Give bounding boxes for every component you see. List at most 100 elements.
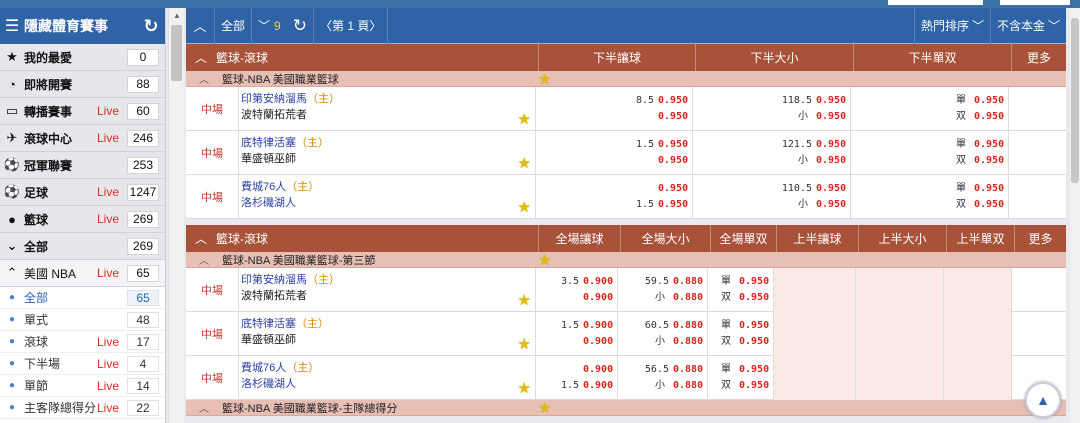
odds-value[interactable]: 0.880 (673, 274, 703, 290)
prev-page-icon[interactable]: 〈 (320, 17, 332, 34)
menu-icon[interactable]: ☰ (0, 16, 24, 36)
odds-cell[interactable]: 3.5 0.900 0.900 (535, 268, 617, 312)
collapse-icon[interactable]: ︿ (186, 230, 216, 247)
odds-value[interactable]: 0.950 (816, 181, 846, 197)
odds-cell[interactable]: 單 0.950 双 0.950 (707, 268, 773, 312)
league-header[interactable]: ︿ 籃球-NBA 美國職業籃球-主隊總得分 ★ (186, 399, 1066, 417)
odds-cell[interactable]: 0.900 1.5 0.900 (535, 356, 617, 400)
odds-line[interactable]: 0.900 (540, 290, 613, 306)
away-team[interactable]: 華盛頓巫師 (241, 332, 535, 348)
odds-value[interactable]: 0.950 (974, 197, 1004, 213)
odds-value[interactable]: 0.900 (583, 290, 613, 306)
odds-line[interactable]: 小 0.880 (622, 290, 703, 306)
page-scrollbar[interactable] (1070, 8, 1080, 423)
scroll-up-icon[interactable]: ▲ (169, 8, 185, 24)
refresh-icon[interactable]: ↻ (137, 16, 165, 37)
odds-value[interactable]: 0.950 (739, 274, 769, 290)
sidebar-scrollbar[interactable]: ▲ (168, 8, 184, 423)
odds-line[interactable]: 60.5 0.880 (622, 318, 703, 334)
odds-line[interactable]: 小 0.880 (622, 334, 703, 350)
odds-value[interactable]: 0.900 (583, 274, 613, 290)
away-team[interactable]: 洛杉磯湖人 (241, 195, 535, 211)
odds-line[interactable]: 3.5 0.900 (540, 274, 613, 290)
away-team[interactable]: 波特蘭拓荒者 (241, 288, 535, 304)
odds-value[interactable]: 0.950 (658, 197, 688, 213)
league-header[interactable]: ︿ 籃球-NBA 美國職業籃球 ★ (186, 71, 1066, 88)
sidebar-item-live-center[interactable]: ✈ 滾球中心 Live 246 (0, 125, 165, 152)
scroll-thumb[interactable] (171, 25, 182, 81)
odds-cell[interactable]: 118.5 0.950 小 0.950 (692, 87, 850, 131)
odds-value[interactable]: 0.950 (658, 153, 688, 169)
odds-line[interactable]: 0.900 (540, 334, 613, 350)
collapse-icon[interactable]: ︿ (186, 252, 222, 267)
odds-line[interactable]: 121.5 0.950 (697, 137, 846, 153)
odds-cell[interactable]: 單 0.950 双 0.950 (850, 87, 1008, 131)
odds-line[interactable]: 56.5 0.880 (622, 362, 703, 378)
odds-value[interactable]: 0.950 (658, 109, 688, 125)
sidebar-subitem[interactable]: ● 全部 65 (0, 287, 165, 309)
odds-value[interactable]: 0.950 (739, 362, 769, 378)
add-favorite-icon[interactable]: ★ (538, 399, 551, 417)
odds-line[interactable]: 單 0.950 (712, 274, 769, 290)
all-filter-button[interactable]: 全部 (215, 8, 251, 44)
sidebar-subitem[interactable]: ● 下半場 Live 4 (0, 353, 165, 375)
odds-line[interactable]: 單 0.950 (712, 362, 769, 378)
sidebar-item-all[interactable]: ⌄ 全部 269 (0, 233, 165, 260)
away-team[interactable]: 華盛頓巫師 (241, 151, 535, 167)
odds-value[interactable]: 0.950 (974, 137, 1004, 153)
add-favorite-icon[interactable]: ★ (518, 156, 531, 172)
odds-cell[interactable]: 110.5 0.950 小 0.950 (692, 175, 850, 219)
odds-line[interactable]: 118.5 0.950 (697, 93, 846, 109)
odds-line[interactable]: 單 0.950 (855, 137, 1004, 153)
add-favorite-icon[interactable]: ★ (518, 293, 531, 309)
odds-line[interactable]: 單 0.950 (855, 181, 1004, 197)
odds-value[interactable]: 0.950 (974, 153, 1004, 169)
odds-value[interactable]: 0.880 (673, 290, 703, 306)
league-header[interactable]: ︿ 籃球-NBA 美國職業籃球-第三節 ★ (186, 251, 1066, 269)
home-team[interactable]: 底特律活塞（主） (241, 135, 535, 151)
odds-line[interactable]: 双 0.950 (712, 290, 769, 306)
sidebar-subitem[interactable]: ● 單式 48 (0, 309, 165, 331)
sort-dropdown[interactable]: 熱門排序 ﹀ (915, 8, 990, 44)
odds-value[interactable]: 0.950 (658, 181, 688, 197)
add-favorite-icon[interactable]: ★ (518, 112, 531, 128)
odds-line[interactable]: 0.900 (540, 362, 613, 378)
page-selector[interactable]: 〈第 1 頁〉 (314, 8, 387, 44)
scroll-thumb[interactable] (1071, 18, 1079, 183)
odds-value[interactable]: 0.950 (816, 137, 846, 153)
collapse-icon[interactable]: ︿ (186, 71, 222, 86)
odds-value[interactable]: 0.880 (673, 362, 703, 378)
home-team[interactable]: 費城76人（主） (241, 179, 535, 195)
sidebar-item-basketball[interactable]: ● 籃球 Live 269 (0, 206, 165, 233)
away-team[interactable]: 波特蘭拓荒者 (241, 107, 535, 123)
sidebar-subitem[interactable]: ● 主客隊總得分 Live 22 (0, 397, 165, 419)
odds-line[interactable]: 1.5 0.950 (540, 137, 688, 153)
odds-line[interactable]: 双 0.950 (712, 378, 769, 394)
odds-cell[interactable]: 單 0.950 双 0.950 (707, 356, 773, 400)
odds-value[interactable]: 0.900 (583, 362, 613, 378)
sidebar-item-football[interactable]: ⚽ 足球 Live 1247 (0, 179, 165, 206)
odds-value[interactable]: 0.950 (816, 153, 846, 169)
odds-value[interactable]: 0.950 (816, 109, 846, 125)
odds-value[interactable]: 0.950 (658, 137, 688, 153)
section-title[interactable]: ︿ 籃球-滾球 (186, 44, 538, 71)
home-team[interactable]: 底特律活塞（主） (241, 316, 535, 332)
add-favorite-icon[interactable]: ★ (538, 251, 551, 269)
odds-value[interactable]: 0.900 (583, 378, 613, 394)
odds-line[interactable]: 双 0.950 (855, 109, 1004, 125)
odds-cell[interactable]: 60.5 0.880 小 0.880 (617, 312, 707, 356)
odds-value[interactable]: 0.950 (974, 93, 1004, 109)
collapse-icon[interactable]: ︿ (186, 49, 216, 66)
odds-value[interactable]: 0.950 (658, 93, 688, 109)
away-team[interactable]: 洛杉磯湖人 (241, 376, 535, 392)
odds-value[interactable]: 0.880 (673, 378, 703, 394)
odds-cell[interactable]: 56.5 0.880 小 0.880 (617, 356, 707, 400)
odds-line[interactable]: 單 0.950 (855, 93, 1004, 109)
odds-cell[interactable]: 單 0.950 双 0.950 (850, 175, 1008, 219)
odds-value[interactable]: 0.950 (739, 290, 769, 306)
odds-line[interactable]: 小 0.950 (697, 153, 846, 169)
odds-line[interactable]: 双 0.950 (855, 153, 1004, 169)
add-favorite-icon[interactable]: ★ (518, 200, 531, 216)
sidebar-item-streaming[interactable]: ▭ 轉播賽事 Live 60 (0, 98, 165, 125)
odds-line[interactable]: 0.950 (540, 109, 688, 125)
